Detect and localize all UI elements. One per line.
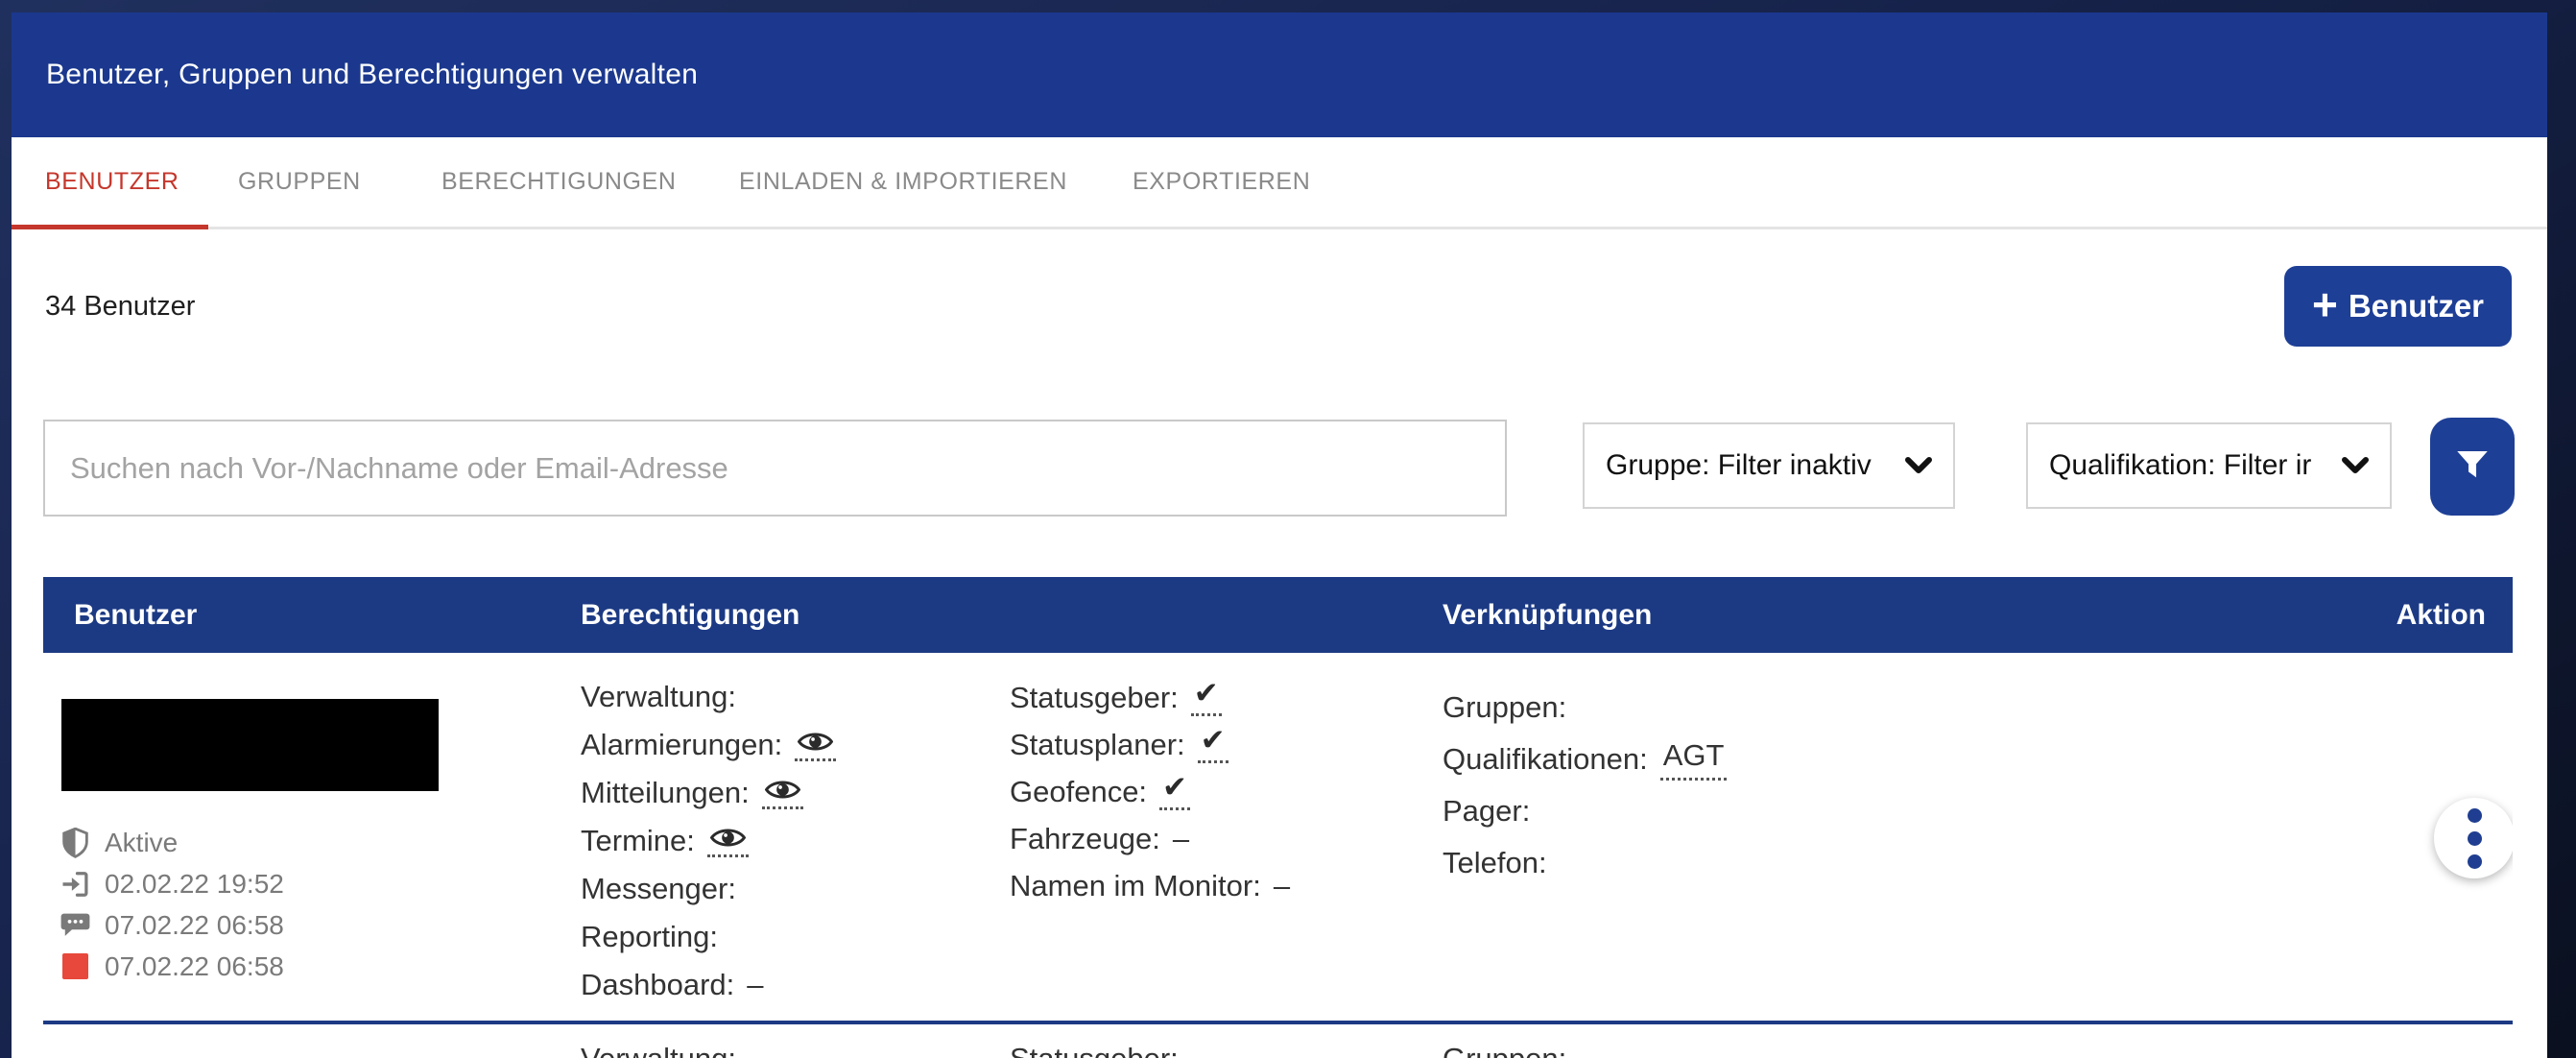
user-count-label: 34 Benutzer [45, 291, 195, 323]
app-window: Benutzer, Gruppen und Berechtigungen ver… [12, 12, 2547, 1058]
permission-line: Statusplaner: ✔ [1010, 721, 1290, 768]
tab-exportieren[interactable]: EXPORTIEREN [1133, 137, 1310, 227]
permission-line: Mitteilungen: [581, 769, 836, 817]
column-header-verknuepfungen: Verknüpfungen [1443, 577, 1652, 653]
tab-bar: BENUTZER GRUPPEN BERECHTIGUNGEN EINLADEN & … [12, 137, 2547, 229]
link-label: Qualifikationen: [1443, 742, 1648, 777]
tab-einladen-importieren[interactable]: EINLADEN & IMPORTIEREN [739, 137, 1067, 227]
qualification-filter-dropdown[interactable]: Qualifikation: Filter ir [2026, 422, 2392, 509]
permission-label: Termine: [581, 824, 695, 858]
dash-value: – [1274, 869, 1290, 903]
permission-label: Namen im Monitor: [1010, 869, 1261, 903]
chevron-down-icon [2342, 457, 2369, 474]
link-line: Pager: [1443, 785, 1727, 837]
permission-label: Alarmierungen: [581, 728, 782, 762]
link-label: Telefon: [1443, 846, 1547, 880]
permission-label: Verwaltung: [581, 680, 736, 714]
permission-label: Dashboard: [581, 968, 734, 1002]
link-line: Gruppen: [1443, 682, 1727, 733]
funnel-icon [2452, 445, 2493, 490]
permission-line: Messenger: [581, 865, 836, 913]
next-row-partial-label: Gruppen: [1443, 1042, 1566, 1058]
permission-label: Reporting: [581, 920, 718, 954]
permission-line: Termine: [581, 817, 836, 865]
status-line: 07.02.22 06:58 [59, 904, 284, 946]
column-header-berechtigungen: Berechtigungen [581, 577, 799, 653]
plus-icon: + [2312, 282, 2338, 326]
check-icon[interactable]: ✔ [1159, 773, 1190, 810]
permission-label: Messenger: [581, 872, 736, 906]
status-text: 02.02.22 19:52 [105, 869, 284, 900]
link-value[interactable]: AGT [1660, 738, 1728, 781]
link-label: Pager: [1443, 794, 1530, 829]
tab-gruppen[interactable]: GRUPPEN [238, 137, 361, 227]
link-line: Qualifikationen: AGT [1443, 733, 1727, 785]
permission-line: Verwaltung: [581, 673, 836, 721]
permission-label: Fahrzeuge: [1010, 822, 1160, 856]
kebab-menu-icon [2468, 808, 2482, 869]
status-line: 02.02.22 19:52 [59, 863, 284, 904]
eye-icon[interactable] [707, 826, 749, 857]
qualification-filter-label: Qualifikation: Filter ir [2049, 449, 2326, 482]
group-filter-label: Gruppe: Filter inaktiv [1606, 449, 1890, 482]
column-header-benutzer: Benutzer [74, 577, 197, 653]
permission-label: Geofence: [1010, 775, 1147, 809]
status-line: 07.02.22 06:58 [59, 946, 284, 987]
dash-value: – [747, 968, 763, 1002]
next-row-partial-label: Verwaltung: [581, 1042, 736, 1058]
permission-line: Namen im Monitor:– [1010, 862, 1290, 909]
add-user-button[interactable]: + Benutzer [2284, 266, 2512, 347]
page-header: Benutzer, Gruppen und Berechtigungen ver… [12, 12, 2547, 137]
permission-line: Alarmierungen: [581, 721, 836, 769]
chevron-down-icon [1905, 457, 1932, 474]
redacted-user-name [61, 699, 439, 791]
search-input[interactable] [43, 420, 1507, 517]
permission-label: Mitteilungen: [581, 776, 750, 810]
status-text: 07.02.22 06:58 [105, 910, 284, 941]
column-header-aktion: Aktion [2397, 577, 2486, 653]
add-user-button-label: Benutzer [2349, 288, 2484, 325]
status-line: Aktive [59, 822, 284, 863]
link-line: Telefon: [1443, 837, 1727, 889]
permission-line: Reporting: [581, 913, 836, 961]
eye-icon[interactable] [762, 778, 803, 809]
main-content: 34 Benutzer + Benutzer Gruppe: Filter in… [12, 229, 2547, 1058]
permission-label: Statusplaner: [1010, 728, 1185, 762]
permission-line: Geofence: ✔ [1010, 768, 1290, 815]
row-actions-button[interactable] [2434, 798, 2513, 878]
eye-icon[interactable] [795, 730, 836, 761]
permission-line: Dashboard:– [581, 961, 836, 1009]
users-table: Benutzer Berechtigungen Verknüpfungen Ak… [43, 577, 2513, 1058]
check-icon[interactable]: ✔ [1198, 726, 1228, 763]
active-tab-indicator [12, 225, 208, 229]
permissions-column-1: Verwaltung: Alarmierungen: Mitteilungen: Te… [581, 673, 836, 1009]
status-text: Aktive [105, 828, 178, 858]
tab-berechtigungen[interactable]: BERECHTIGUNGEN [441, 137, 677, 227]
shield-icon [59, 828, 91, 858]
permission-line: Fahrzeuge:– [1010, 815, 1290, 862]
table-row: Aktive 02.02.22 19:52 07.02.22 06:58 07.02.… [43, 653, 2513, 1058]
group-filter-dropdown[interactable]: Gruppe: Filter inaktiv [1583, 422, 1955, 509]
permission-line: Statusgeber: ✔ [1010, 674, 1290, 721]
next-row-partial-label: Statusgeber: [1010, 1042, 1179, 1058]
dash-value: – [1173, 822, 1189, 856]
status-text: 07.02.22 06:58 [105, 951, 284, 982]
page-title: Benutzer, Gruppen und Berechtigungen ver… [46, 59, 698, 91]
red-square-icon [59, 953, 91, 979]
permissions-column-2: Statusgeber:✔Statusplaner:✔Geofence:✔Fah… [1010, 674, 1290, 909]
table-header-row: Benutzer Berechtigungen Verknüpfungen Ak… [43, 577, 2513, 653]
row-divider [43, 1021, 2513, 1024]
user-status-list: Aktive 02.02.22 19:52 07.02.22 06:58 07.02.… [59, 822, 284, 987]
login-icon [59, 870, 91, 899]
links-column: Gruppen: Qualifikationen: AGT Pager: Telefon… [1443, 682, 1727, 889]
check-icon[interactable]: ✔ [1191, 679, 1222, 716]
tab-benutzer[interactable]: BENUTZER [45, 137, 179, 227]
chat-icon [59, 912, 91, 938]
filter-button[interactable] [2430, 418, 2515, 516]
link-label: Gruppen: [1443, 690, 1566, 725]
permission-label: Statusgeber: [1010, 681, 1179, 715]
